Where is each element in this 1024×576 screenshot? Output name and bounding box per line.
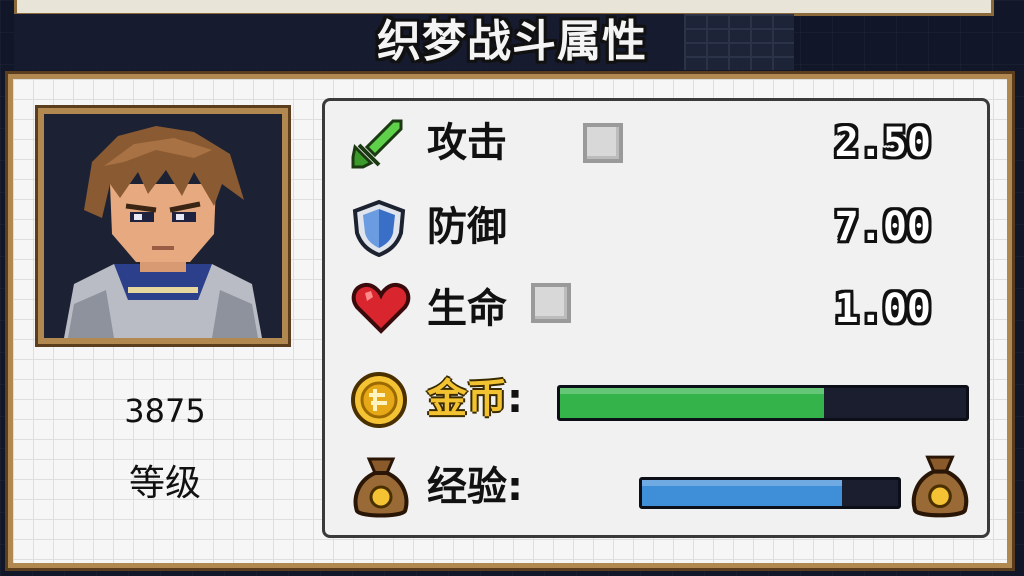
stat-label-attack: 攻击 (427, 120, 507, 166)
heart-icon (351, 282, 411, 334)
money-bag-icon (911, 455, 969, 518)
stat-value-defense: 7.00 (834, 204, 931, 250)
sword-icon (351, 119, 403, 169)
shield-icon (352, 199, 406, 257)
stat-value-attack: 2.50 (834, 120, 931, 166)
health-checkbox[interactable] (531, 283, 571, 323)
gold-coin-icon (351, 372, 407, 428)
gold-bar-fill (560, 388, 824, 418)
exp-bar-fill (642, 480, 842, 506)
gold-bar (557, 385, 969, 421)
stat-label-defense: 防御 (427, 204, 507, 250)
stats-panel: 攻击 2.50 防御 7.00 生命 1.00 金币: 经验: (322, 98, 990, 538)
hero-portrait (35, 105, 291, 347)
gold-label: 金币: (427, 376, 523, 422)
stat-label-health: 生命 (427, 286, 507, 332)
hero-portrait-icon (44, 114, 282, 338)
money-bag-icon (353, 457, 409, 518)
stat-value-health: 1.00 (834, 286, 931, 332)
level-label: 等级 (128, 463, 201, 504)
attack-checkbox[interactable] (583, 123, 623, 163)
exp-bar (639, 477, 901, 509)
page-title: 织梦战斗属性 (377, 16, 647, 67)
level-value: 3875 (124, 392, 206, 430)
exp-label: 经验: (427, 464, 523, 510)
